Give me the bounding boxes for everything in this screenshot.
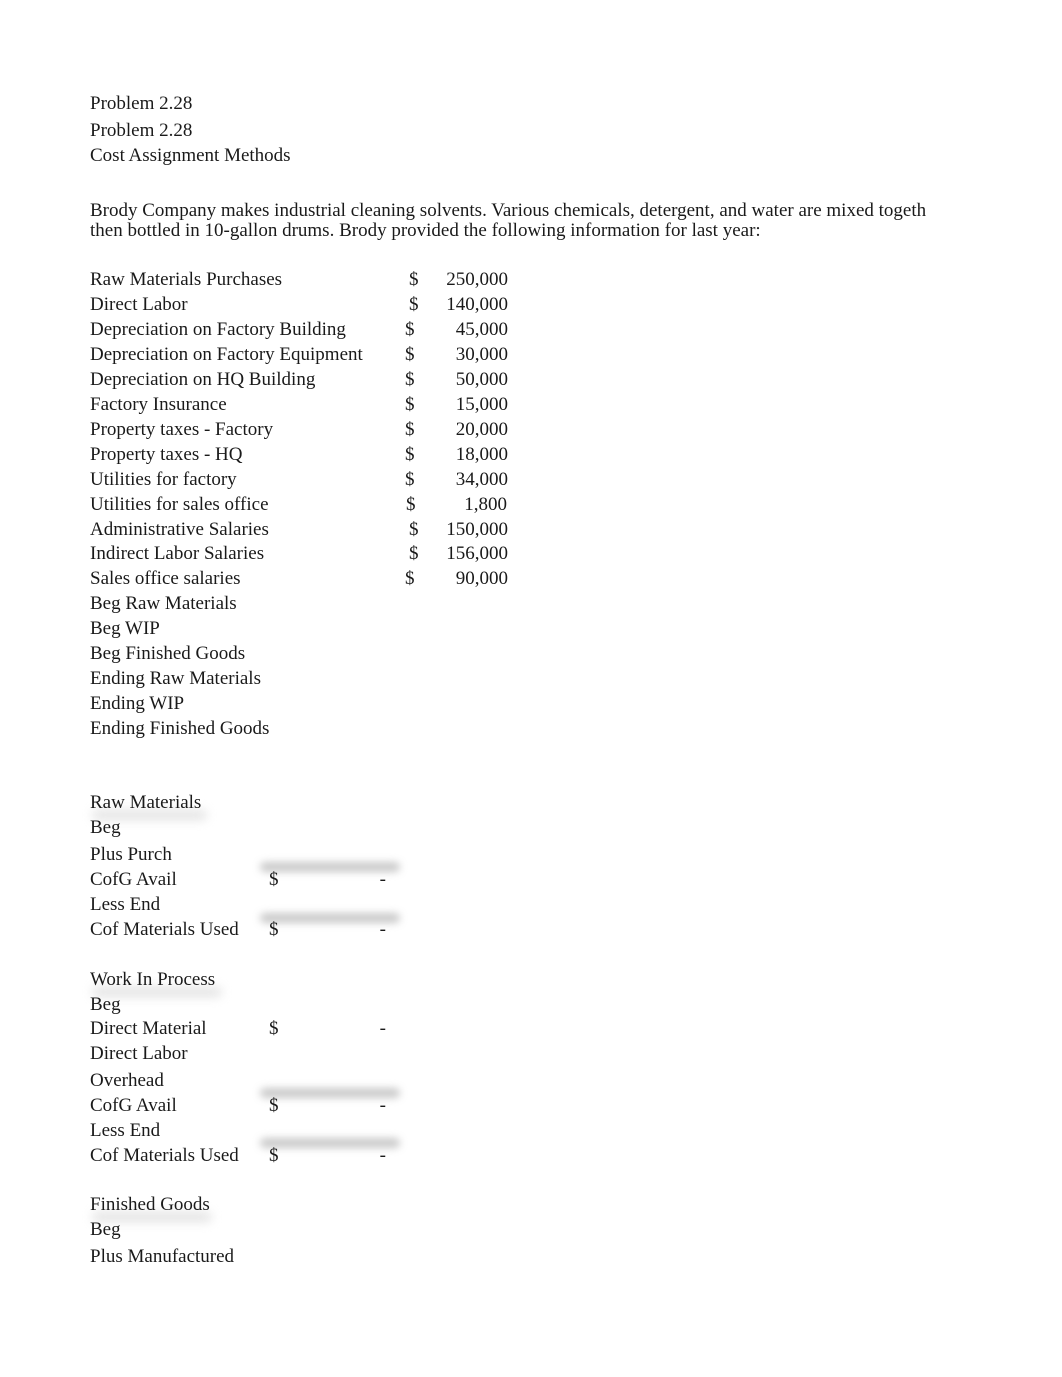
cost-item-label: Depreciation on Factory Equipment bbox=[90, 344, 363, 365]
cost-item-amount: 18,000 bbox=[455, 444, 508, 465]
cost-item-amount: 150,000 bbox=[446, 519, 508, 540]
schedule-row-amount: - bbox=[379, 1095, 386, 1116]
cost-item-label: Utilities for factory bbox=[90, 469, 237, 490]
schedule-row-label: Beg bbox=[90, 994, 121, 1015]
schedule-row-label: Plus Manufactured bbox=[90, 1246, 235, 1267]
cost-item-currency: $ bbox=[409, 294, 419, 315]
cost-item-label: Administrative Salaries bbox=[90, 519, 269, 540]
schedule-row-label: Beg bbox=[90, 1219, 121, 1240]
cost-item-amount: 15,000 bbox=[455, 394, 508, 415]
schedule-row-currency: $ bbox=[269, 1145, 279, 1166]
schedule-row-currency: $ bbox=[269, 919, 279, 940]
finished-goods-heading: Finished Goods bbox=[90, 1194, 210, 1215]
schedule-row-label: Less End bbox=[90, 1120, 161, 1141]
cost-item-label: Utilities for sales office bbox=[90, 494, 269, 515]
cost-item-label: Property taxes - HQ bbox=[90, 444, 243, 465]
cost-item-label: Beg Raw Materials bbox=[90, 593, 237, 614]
cost-item-currency: $ bbox=[409, 519, 419, 540]
schedule-row-label: CofG Avail bbox=[90, 869, 177, 890]
problem-title: Problem 2.28 bbox=[90, 93, 193, 114]
cost-item-label: Ending Finished Goods bbox=[90, 718, 270, 739]
cost-item-amount: 250,000 bbox=[446, 269, 508, 290]
intro-line-1: Brody Company makes industrial cleaning … bbox=[90, 200, 927, 221]
intro-paragraph: Brody Company makes industrial cleaning … bbox=[90, 201, 990, 241]
cost-item-label: Ending Raw Materials bbox=[90, 668, 261, 689]
cost-item-currency: $ bbox=[405, 568, 415, 589]
work-in-process-heading: Work In Process bbox=[90, 969, 216, 990]
cost-item-label: Depreciation on Factory Building bbox=[90, 319, 346, 340]
schedule-row-label: CofG Avail bbox=[90, 1095, 177, 1116]
cost-item-amount: 30,000 bbox=[455, 344, 508, 365]
schedule-row-label: Less End bbox=[90, 894, 161, 915]
cost-item-amount: 1,800 bbox=[464, 494, 507, 515]
cost-item-currency: $ bbox=[406, 494, 416, 515]
schedule-row-currency: $ bbox=[269, 869, 279, 890]
cost-item-currency: $ bbox=[405, 319, 415, 340]
schedule-row-label: Beg bbox=[90, 817, 121, 838]
schedule-row-amount: - bbox=[379, 1145, 386, 1166]
cost-item-label: Sales office salaries bbox=[90, 568, 241, 589]
cost-item-label: Direct Labor bbox=[90, 294, 188, 315]
schedule-row-amount: - bbox=[379, 1018, 386, 1039]
cost-item-label: Indirect Labor Salaries bbox=[90, 543, 265, 564]
schedule-row-currency: $ bbox=[269, 1095, 279, 1116]
cost-item-currency: $ bbox=[405, 469, 415, 490]
cost-item-currency: $ bbox=[409, 543, 419, 564]
schedule-row-label: Plus Purch bbox=[90, 844, 172, 865]
cost-item-currency: $ bbox=[405, 444, 415, 465]
cost-item-label: Depreciation on HQ Building bbox=[90, 369, 316, 390]
schedule-row-currency: $ bbox=[269, 1018, 279, 1039]
cost-item-label: Ending WIP bbox=[90, 693, 185, 714]
schedule-row-label: Overhead bbox=[90, 1070, 164, 1091]
cost-item-label: Beg Finished Goods bbox=[90, 643, 246, 664]
raw-materials-heading: Raw Materials bbox=[90, 792, 202, 813]
cost-item-currency: $ bbox=[405, 419, 415, 440]
cost-item-amount: 45,000 bbox=[455, 319, 508, 340]
cost-item-currency: $ bbox=[409, 269, 419, 290]
intro-line-2: then bottled in 10-gallon drums. Brody p… bbox=[90, 220, 761, 241]
schedule-row-label: Direct Material bbox=[90, 1018, 207, 1039]
cost-item-currency: $ bbox=[405, 369, 415, 390]
schedule-row-amount: - bbox=[379, 919, 386, 940]
cost-item-amount: 34,000 bbox=[455, 469, 508, 490]
cost-item-amount: 156,000 bbox=[446, 543, 508, 564]
cost-item-amount: 20,000 bbox=[455, 419, 508, 440]
cost-item-amount: 50,000 bbox=[455, 369, 508, 390]
problem-subtitle: Cost Assignment Methods bbox=[90, 145, 291, 166]
schedule-row-amount: - bbox=[379, 869, 386, 890]
problem-title-repeat: Problem 2.28 bbox=[90, 120, 193, 141]
schedule-row-label: Cof Materials Used bbox=[90, 1145, 239, 1166]
cost-item-amount: 90,000 bbox=[455, 568, 508, 589]
cost-item-label: Factory Insurance bbox=[90, 394, 227, 415]
cost-item-label: Raw Materials Purchases bbox=[90, 269, 283, 290]
schedule-row-label: Direct Labor bbox=[90, 1043, 188, 1064]
cost-item-label: Property taxes - Factory bbox=[90, 419, 274, 440]
cost-item-amount: 140,000 bbox=[446, 294, 508, 315]
schedule-row-label: Cof Materials Used bbox=[90, 919, 239, 940]
cost-item-currency: $ bbox=[405, 394, 415, 415]
cost-item-currency: $ bbox=[405, 344, 415, 365]
cost-item-label: Beg WIP bbox=[90, 618, 160, 639]
